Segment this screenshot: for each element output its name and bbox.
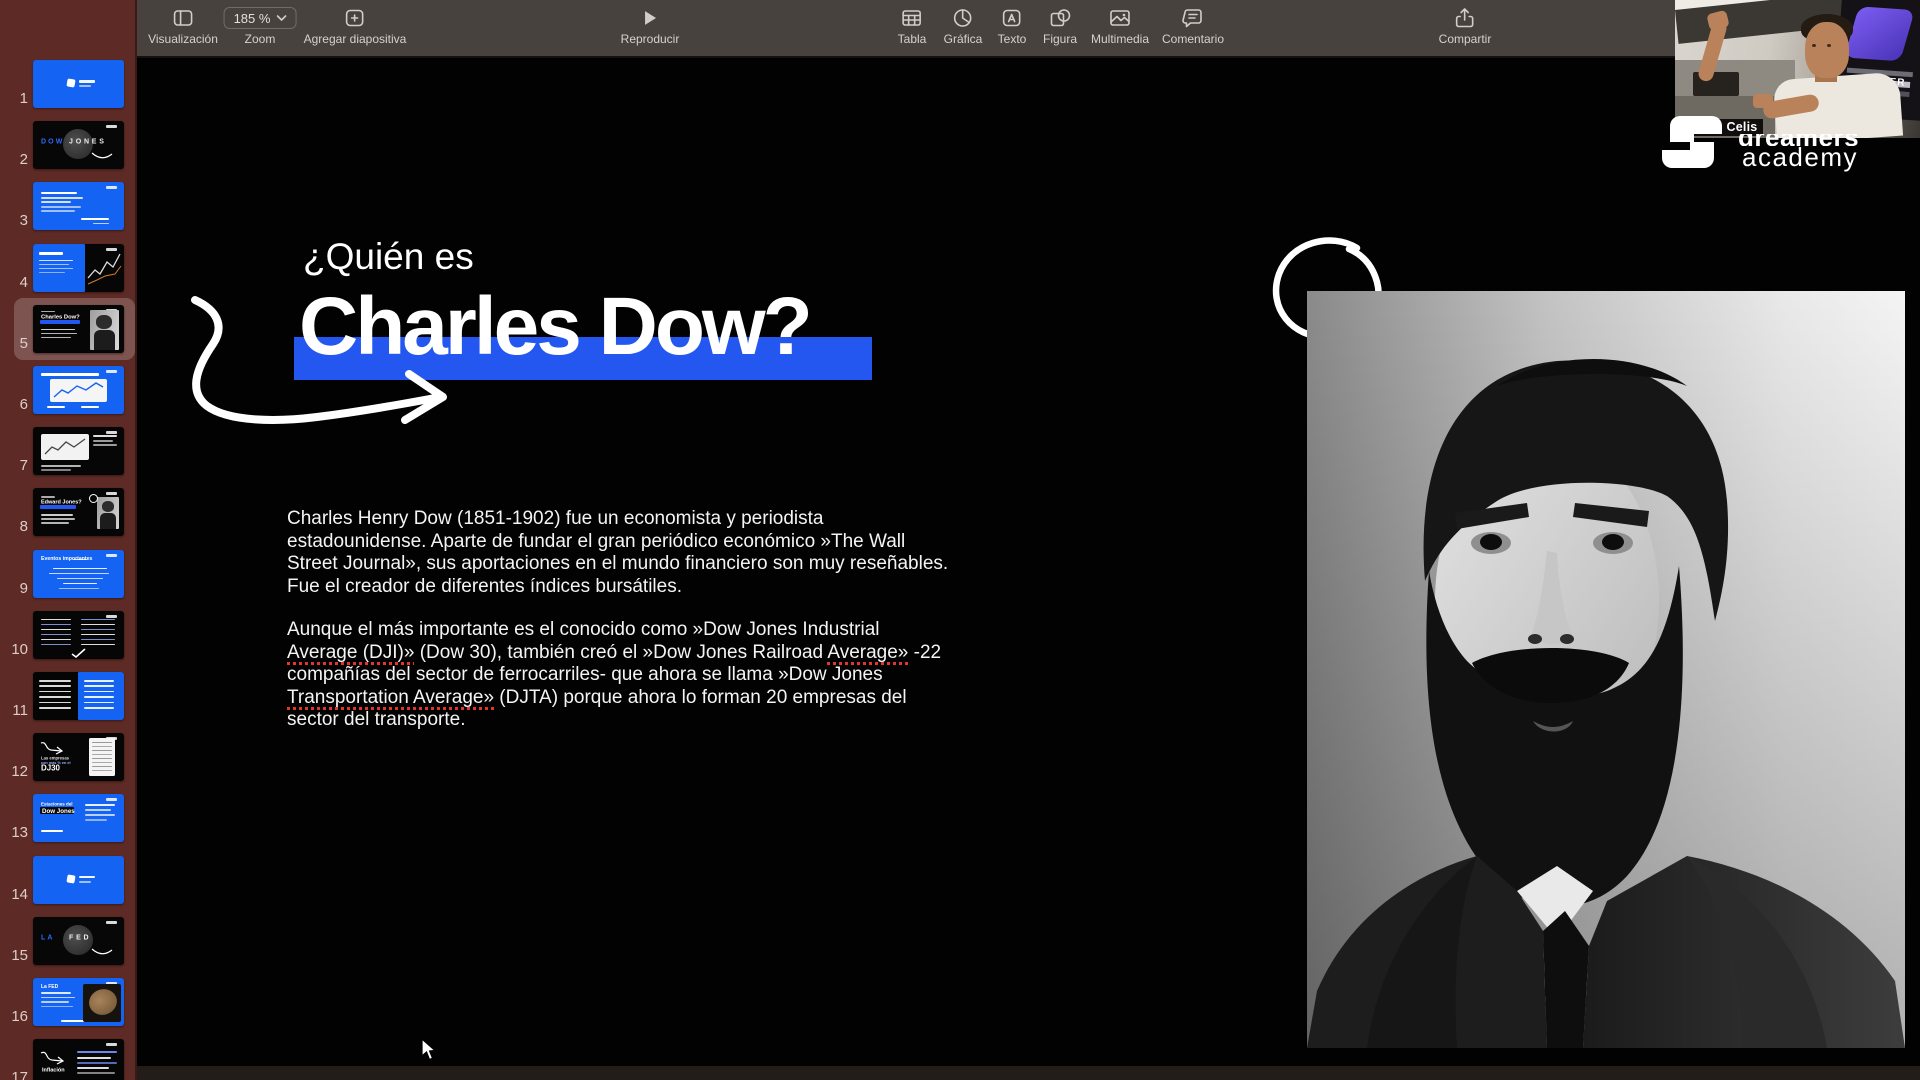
slide-number: 3 [0, 212, 28, 229]
slide-number: 10 [0, 641, 28, 658]
shape-icon [1043, 5, 1077, 31]
share-icon [1439, 5, 1492, 31]
body-paragraph: Aunque el más importante es el conocido … [287, 619, 1047, 732]
slide-canvas: ¿Quién es Charles Dow? Charles Henry Dow… [137, 58, 1920, 1066]
thumbnail-logo-mark [106, 798, 117, 801]
slide-thumbnail-3[interactable] [33, 182, 124, 230]
slide-thumbnail-14[interactable] [33, 856, 124, 904]
slide-thumbnail-17[interactable]: Inflación [33, 1039, 124, 1080]
slide-thumbnail-9[interactable]: Eventos importantes [33, 550, 124, 598]
shape-button[interactable]: Figura [1043, 5, 1077, 46]
thumbnail-logo-mark [106, 554, 117, 557]
view-options-button[interactable]: Visualización [148, 5, 218, 46]
share-button[interactable]: Compartir [1439, 5, 1492, 46]
slide-thumbnail-4[interactable] [33, 244, 124, 292]
chevron-down-icon [276, 14, 286, 22]
slide-thumbnail-8[interactable]: Edward Jones? [33, 488, 124, 536]
mouse-cursor [421, 1038, 438, 1062]
comment-icon [1162, 5, 1224, 31]
thumbnail-logo-mark [106, 921, 117, 924]
slide-number: 6 [0, 396, 28, 413]
slide-body-textbox[interactable]: Charles Henry Dow (1851-1902) fue un eco… [287, 508, 1047, 753]
slide-number: 9 [0, 580, 28, 597]
slide-kicker[interactable]: ¿Quién es [303, 236, 474, 278]
bottom-bar [137, 1066, 1920, 1080]
banner-logo-icon [1844, 6, 1915, 61]
slide-number: 1 [0, 90, 28, 107]
slide-number: 14 [0, 886, 28, 903]
thumbnail-logo-mark [106, 431, 117, 434]
slide-title[interactable]: Charles Dow? [299, 280, 810, 374]
table-icon [898, 5, 927, 31]
slide-thumbnail-1[interactable] [33, 60, 124, 108]
thumbnail-logo-mark [106, 125, 117, 128]
text-icon [998, 5, 1027, 31]
slide-number: 2 [0, 151, 28, 168]
brand-word-academy: academy [1742, 142, 1858, 173]
slide-number: 11 [0, 702, 28, 719]
thumbnail-logo-mark [106, 492, 117, 495]
chart-icon [944, 5, 983, 31]
zoom-control[interactable]: 185 % Zoom [224, 5, 297, 46]
slide-thumbnail-12[interactable]: Las empresascon más % en elDJ30 [33, 733, 124, 781]
thumbnail-logo-mark [106, 370, 117, 373]
keynote-window: 1 DOWJONES 2 3 4 Charles Dow? 5 6 7 Edward Jones?… [0, 0, 1920, 1080]
brand-logo-icon [1650, 112, 1736, 172]
slide-number: 16 [0, 1008, 28, 1025]
slide-number: 12 [0, 763, 28, 780]
thumbnail-logo-mark [106, 615, 117, 618]
play-icon [621, 5, 680, 31]
slide-thumbnail-5[interactable]: Charles Dow? [33, 305, 124, 353]
view-icon [148, 5, 218, 31]
slide-thumbnail-2[interactable]: DOWJONES [33, 121, 124, 169]
slide-number: 8 [0, 518, 28, 535]
slide-number: 5 [0, 335, 28, 352]
slide-thumbnail-6[interactable] [33, 366, 124, 414]
slide-navigator: 1 DOWJONES 2 3 4 Charles Dow? 5 6 7 Edward Jones?… [0, 0, 137, 1080]
media-button[interactable]: Multimedia [1091, 5, 1149, 46]
slide-number: 15 [0, 947, 28, 964]
webcam-pointing-hand [1753, 94, 1773, 108]
webcam-face [1805, 22, 1849, 78]
slide-thumbnail-10[interactable] [33, 611, 124, 659]
slide-number: 17 [0, 1069, 28, 1080]
body-paragraph: Charles Henry Dow (1851-1902) fue un eco… [287, 508, 1047, 598]
slide-number: 7 [0, 457, 28, 474]
slide-thumbnail-13[interactable]: Estaciones delDow Jones [33, 794, 124, 842]
slide-thumbnail-16[interactable]: La FED [33, 978, 124, 1026]
zoom-dropdown[interactable]: 185 % [224, 7, 297, 29]
toolbar: Visualización 185 % Zoom Agregar diaposi… [137, 0, 1920, 58]
thumbnail-logo-mark [106, 186, 117, 189]
slide-number: 13 [0, 824, 28, 841]
play-button[interactable]: Reproducir [621, 5, 680, 46]
slide-number: 4 [0, 274, 28, 291]
table-button[interactable]: Tabla [898, 5, 927, 46]
comment-button[interactable]: Comentario [1162, 5, 1224, 46]
text-button[interactable]: Texto [998, 5, 1027, 46]
slide-thumbnail-15[interactable]: LAFED [33, 917, 124, 965]
media-icon [1091, 5, 1149, 31]
add-slide-button[interactable]: Agregar diapositiva [304, 5, 407, 46]
slide-thumbnail-7[interactable] [33, 427, 124, 475]
brand-logo: dreamers academy [1650, 110, 1920, 176]
add-slide-icon [304, 5, 407, 31]
thumbnail-logo-mark [106, 1043, 117, 1046]
slide-thumbnail-11[interactable] [33, 672, 124, 720]
chart-button[interactable]: Gráfica [944, 5, 983, 46]
portrait-image[interactable] [1307, 291, 1905, 1048]
